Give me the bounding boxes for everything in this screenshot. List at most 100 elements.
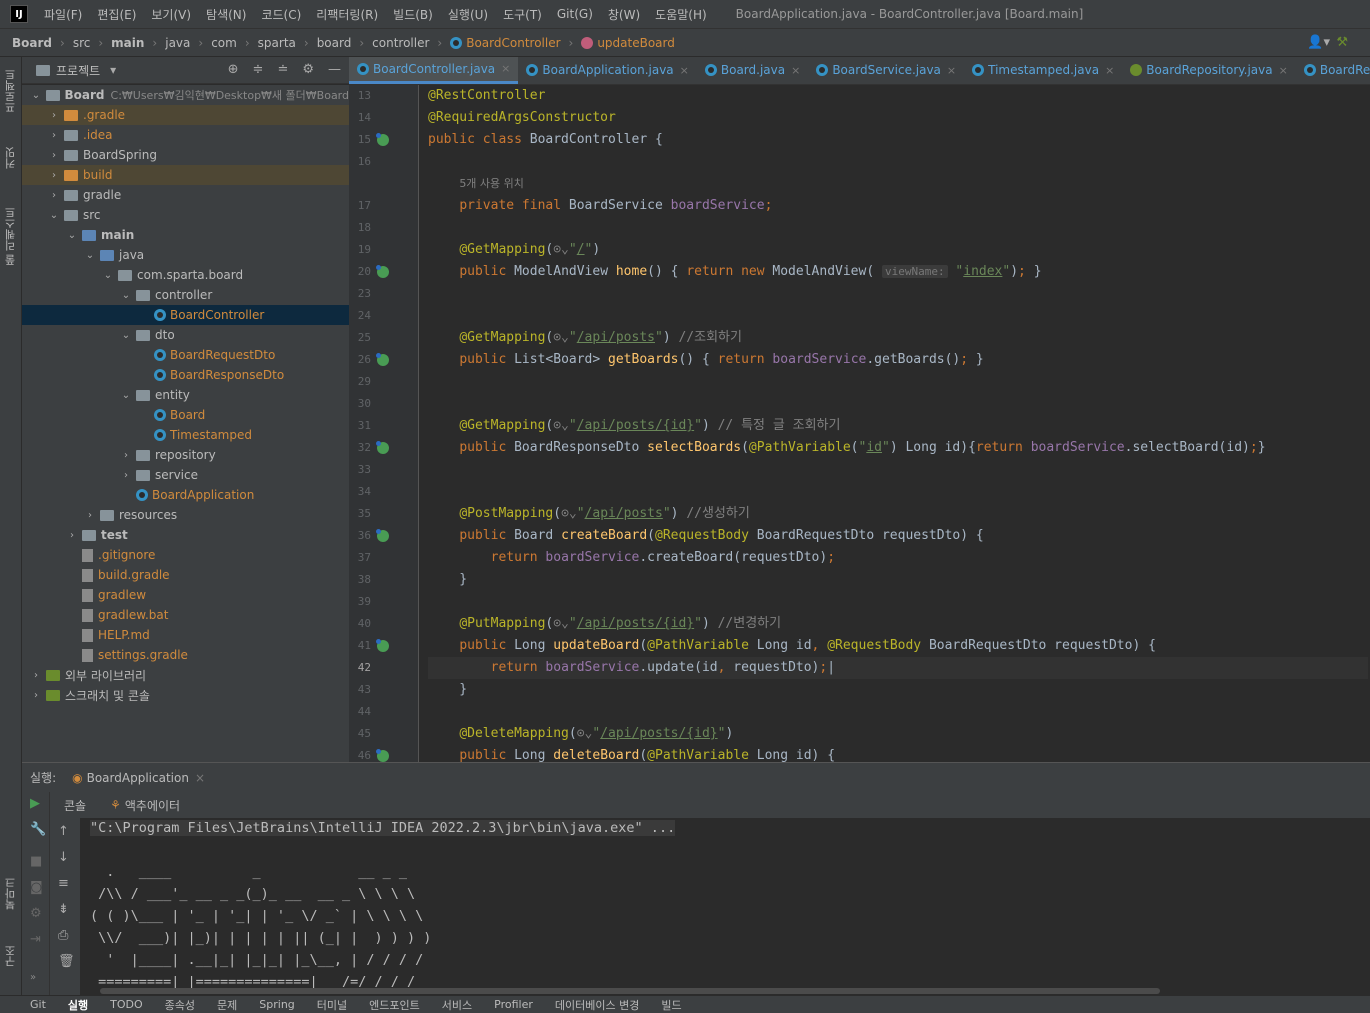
project-panel-title[interactable]: 프로젝트 [56, 62, 100, 79]
chevron-right-icon[interactable]: › [120, 450, 132, 461]
chevron-down-icon[interactable]: ⌄ [102, 270, 114, 281]
run-config-tab[interactable]: ◉ BoardApplication × [72, 771, 205, 785]
breadcrumb-item[interactable]: src [73, 36, 91, 50]
close-icon[interactable]: × [1279, 64, 1288, 77]
code-line[interactable] [428, 459, 1368, 481]
breadcrumb-item[interactable]: sparta [258, 36, 296, 50]
code-line[interactable]: public ModelAndView home() { return new … [428, 261, 1368, 283]
breadcrumb-item[interactable]: Board [12, 36, 52, 50]
chevron-down-icon[interactable]: ⌄ [66, 230, 78, 241]
pull-requests-tool-tab[interactable]: 풀 리퀘스트 [3, 207, 19, 266]
tree-item[interactable]: ⌄ entity [22, 385, 349, 405]
exit-icon[interactable]: ⇥ [30, 932, 41, 947]
tree-item[interactable]: BoardApplication [22, 485, 349, 505]
gear-icon[interactable]: ⚙ [30, 906, 42, 921]
code-line[interactable]: return boardService.createBoard(requestD… [428, 547, 1368, 569]
soft-wrap-icon[interactable]: ≡ [58, 876, 69, 891]
code-line[interactable]: @RestController [428, 85, 1368, 107]
spring-bean-gutter-icon[interactable] [376, 639, 389, 652]
breadcrumb-item[interactable]: controller [372, 36, 429, 50]
code-line[interactable]: } [428, 569, 1368, 591]
breadcrumb-item[interactable]: board [317, 36, 352, 50]
tree-item[interactable]: HELP.md [22, 625, 349, 645]
code-line[interactable]: @PutMapping(⊙⌄"/api/posts/{id}") //변경하기 [428, 613, 1368, 635]
tree-item[interactable]: BoardController [22, 305, 349, 325]
tree-item[interactable]: BoardRequestDto [22, 345, 349, 365]
code-line[interactable]: @RequiredArgsConstructor [428, 107, 1368, 129]
spring-bean-gutter-icon[interactable] [376, 441, 389, 454]
code-line[interactable] [428, 371, 1368, 393]
profiler-tool-button[interactable]: Profiler [494, 998, 533, 1011]
tree-item[interactable]: › test [22, 525, 349, 545]
tab-console[interactable]: 콘솔 [64, 797, 86, 814]
menu-help[interactable]: 도움말(H) [655, 6, 707, 23]
tree-item[interactable]: settings.gradle [22, 645, 349, 665]
menu-file[interactable]: 파일(F) [44, 6, 82, 23]
menu-build[interactable]: 빌드(B) [393, 6, 433, 23]
code-line[interactable]: @GetMapping(⊙⌄"/api/posts/{id}") // 특정 글… [428, 415, 1368, 437]
chevron-down-icon[interactable]: ⌄ [120, 290, 132, 301]
editor-tab[interactable]: Board.java × [697, 57, 808, 84]
code-line[interactable] [428, 217, 1368, 239]
breadcrumb-item[interactable]: updateBoard [581, 36, 675, 50]
close-icon[interactable]: × [501, 62, 510, 75]
code-line[interactable] [428, 283, 1368, 305]
spring-bean-gutter-icon[interactable] [376, 529, 389, 542]
horizontal-scrollbar[interactable] [100, 988, 1160, 994]
camera-icon[interactable]: ◙ [30, 880, 43, 895]
chevron-down-icon[interactable]: ⌄ [120, 390, 132, 401]
chevron-right-icon[interactable]: › [30, 690, 42, 701]
gear-icon[interactable]: ⚙ [302, 62, 314, 77]
code-line[interactable]: public Long deleteBoard(@PathVariable Lo… [428, 745, 1368, 762]
tree-item[interactable]: › service [22, 465, 349, 485]
locate-icon[interactable]: ⊕ [228, 62, 239, 77]
close-icon[interactable]: × [1105, 64, 1114, 77]
chevron-right-icon[interactable]: › [120, 470, 132, 481]
trash-icon[interactable]: 🗑 [58, 954, 75, 969]
commit-tool-tab[interactable]: 커밋 [3, 147, 19, 169]
structure-tool-tab[interactable]: 구조 [3, 945, 19, 967]
code-line[interactable]: public Long updateBoard(@PathVariable Lo… [428, 635, 1368, 657]
chevron-right-icon[interactable]: › [84, 510, 96, 521]
code-line[interactable]: return boardService.update(id, requestDt… [428, 657, 1368, 679]
stop-icon[interactable]: ■ [30, 854, 42, 869]
menu-navigate[interactable]: 탐색(N) [206, 6, 246, 23]
tree-item[interactable]: › resources [22, 505, 349, 525]
tab-actuator[interactable]: 액추에이터 [125, 797, 180, 814]
editor-tab[interactable]: BoardRepository.java × [1122, 57, 1296, 84]
code-line[interactable] [428, 393, 1368, 415]
chevron-right-icon[interactable]: › [48, 190, 60, 201]
tree-item[interactable]: ⌄ Board C:₩Users₩김익현₩Desktop₩새 폴더₩Board [22, 85, 349, 105]
breadcrumb-item[interactable]: main [111, 36, 144, 50]
code-line[interactable]: public Board createBoard(@RequestBody Bo… [428, 525, 1368, 547]
code-line[interactable] [428, 701, 1368, 723]
tree-item[interactable]: › gradle [22, 185, 349, 205]
code-line[interactable]: @PostMapping(⊙⌄"/api/posts") //생성하기 [428, 503, 1368, 525]
db-changes-tool-button[interactable]: 데이터베이스 변경 [555, 997, 639, 1013]
bookmarks-tool-tab[interactable]: 북마크 [3, 877, 19, 910]
tree-item[interactable]: gradlew.bat [22, 605, 349, 625]
tree-item[interactable]: Board [22, 405, 349, 425]
tree-item[interactable]: gradlew [22, 585, 349, 605]
code-line[interactable]: 5개 사용 위치 [428, 173, 1368, 195]
chevron-down-icon[interactable]: ⌄ [84, 250, 96, 261]
endpoints-tool-button[interactable]: 엔드포인트 [369, 997, 420, 1013]
git-tool-button[interactable]: Git [30, 998, 46, 1011]
code-line[interactable] [428, 481, 1368, 503]
menu-view[interactable]: 보기(V) [151, 6, 191, 23]
menu-tools[interactable]: 도구(T) [503, 6, 542, 23]
build-hammer-icon[interactable]: ⚒ [1336, 35, 1348, 50]
dependencies-tool-button[interactable]: 종속성 [165, 997, 195, 1013]
spring-bean-gutter-icon[interactable] [376, 749, 389, 762]
problems-tool-button[interactable]: 문제 [217, 997, 237, 1013]
spring-tool-button[interactable]: Spring [259, 998, 295, 1011]
tree-item[interactable]: ⌄ main [22, 225, 349, 245]
code-line[interactable] [428, 151, 1368, 173]
chevron-right-icon[interactable]: › [48, 130, 60, 141]
tree-item[interactable]: › .idea [22, 125, 349, 145]
terminal-tool-button[interactable]: 터미널 [317, 997, 347, 1013]
tree-item[interactable]: .gitignore [22, 545, 349, 565]
menu-git[interactable]: Git(G) [557, 7, 593, 21]
breadcrumb-item[interactable]: BoardController [450, 36, 561, 50]
print-icon[interactable]: ⎙ [58, 928, 68, 943]
